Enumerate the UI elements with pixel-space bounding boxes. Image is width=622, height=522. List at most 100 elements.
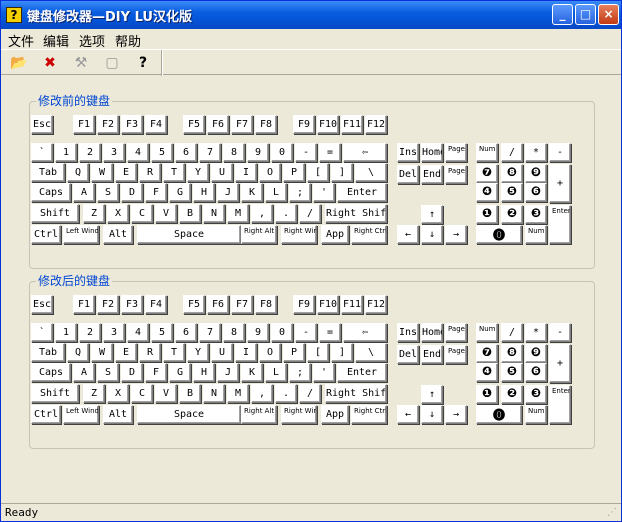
after-key-tab_row-3[interactable]: E bbox=[115, 343, 137, 362]
before-key-caps_row-0[interactable]: Caps bbox=[31, 183, 71, 202]
maximize-button[interactable]: □ bbox=[575, 4, 596, 25]
after-key-fn_row-8[interactable]: F8 bbox=[255, 295, 277, 314]
after-key-nav-1[interactable]: Home bbox=[421, 323, 443, 342]
before-key-fn_row-3[interactable]: F3 bbox=[121, 115, 143, 134]
after-key-num_row-5[interactable]: 5 bbox=[151, 323, 173, 342]
before-key-fn_row-12[interactable]: F12 bbox=[365, 115, 387, 134]
after-key-numpad-row2-1[interactable]: ❽ bbox=[501, 344, 523, 363]
after-key-arrows-0[interactable]: ↑ bbox=[421, 385, 443, 404]
after-key-tab_row-6[interactable]: Y bbox=[187, 343, 209, 362]
before-key-fn_row-9[interactable]: F9 bbox=[293, 115, 315, 134]
before-key-num_row-10[interactable]: 0 bbox=[271, 143, 293, 162]
before-key-shift_row-11[interactable]: Right Shift bbox=[325, 204, 387, 223]
after-key-nav-2[interactable]: Page Up bbox=[445, 323, 467, 342]
before-key-fn_row-6[interactable]: F6 bbox=[207, 115, 229, 134]
before-key-tab_row-8[interactable]: I bbox=[235, 163, 257, 182]
before-key-numpad-row1-0[interactable]: Num Lock bbox=[476, 143, 498, 162]
before-key-caps_row-11[interactable]: ' bbox=[313, 183, 335, 202]
before-key-caps_row-12[interactable]: Enter bbox=[337, 183, 387, 202]
after-key-caps_row-12[interactable]: Enter bbox=[337, 363, 387, 382]
after-key-ctrl_row-6[interactable]: App bbox=[321, 405, 349, 424]
minimize-button[interactable]: _ bbox=[552, 4, 573, 25]
menu-help[interactable]: 帮助 bbox=[115, 31, 141, 50]
after-key-num_row-4[interactable]: 4 bbox=[127, 323, 149, 342]
after-key-nav-0[interactable]: Ins bbox=[397, 323, 419, 342]
before-key-ctrl_row-6[interactable]: App bbox=[321, 225, 349, 244]
after-key-arrows-2[interactable]: ↓ bbox=[421, 405, 443, 424]
after-key-caps_row-9[interactable]: L bbox=[265, 363, 287, 382]
before-key-fn_row-0[interactable]: Esc bbox=[31, 115, 53, 134]
before-key-caps_row-10[interactable]: ; bbox=[289, 183, 311, 202]
before-key-shift_row-8[interactable]: , bbox=[251, 204, 273, 223]
before-key-shift_row-3[interactable]: C bbox=[131, 204, 153, 223]
before-key-shift_row-6[interactable]: N bbox=[203, 204, 225, 223]
delete-icon[interactable]: ✖ bbox=[39, 52, 61, 74]
before-key-caps_row-4[interactable]: F bbox=[145, 183, 167, 202]
after-key-fn_row-3[interactable]: F3 bbox=[121, 295, 143, 314]
help-icon[interactable]: ? bbox=[132, 52, 154, 74]
before-key-num_row-1[interactable]: 1 bbox=[55, 143, 77, 162]
before-key-tab_row-13[interactable]: \ bbox=[355, 163, 387, 182]
before-key-num_row-4[interactable]: 4 bbox=[127, 143, 149, 162]
before-key-shift_row-1[interactable]: Z bbox=[83, 204, 105, 223]
after-key-ctrl_row-7[interactable]: Right Ctrl bbox=[351, 405, 387, 424]
after-key-tab_row-11[interactable]: [ bbox=[307, 343, 329, 362]
close-button[interactable]: × bbox=[598, 4, 619, 25]
before-key-fn_row-4[interactable]: F4 bbox=[145, 115, 167, 134]
before-key-tab_row-4[interactable]: R bbox=[139, 163, 161, 182]
after-key-fn_row-1[interactable]: F1 bbox=[73, 295, 95, 314]
before-key-tab_row-7[interactable]: U bbox=[211, 163, 233, 182]
after-key-numpad-row3-0[interactable]: ❹ bbox=[476, 363, 498, 382]
before-key-tab_row-10[interactable]: P bbox=[283, 163, 305, 182]
after-key-tab_row-12[interactable]: ] bbox=[331, 343, 353, 362]
before-key-numpad-row1-2[interactable]: * bbox=[525, 143, 547, 162]
before-key-shift_row-5[interactable]: B bbox=[179, 204, 201, 223]
after-key-tab_row-1[interactable]: Q bbox=[67, 343, 89, 362]
after-key-fn_row-10[interactable]: F10 bbox=[317, 295, 339, 314]
before-key-ctrl_row-3[interactable]: Space bbox=[137, 225, 241, 244]
after-key-ctrl_row-4[interactable]: Right Alt bbox=[241, 405, 277, 424]
before-key-tab_row-6[interactable]: Y bbox=[187, 163, 209, 182]
before-key-num_row-2[interactable]: 2 bbox=[79, 143, 101, 162]
after-key-fn_row-2[interactable]: F2 bbox=[97, 295, 119, 314]
after-key-shift_row-4[interactable]: V bbox=[155, 384, 177, 403]
before-key-shift_row-4[interactable]: V bbox=[155, 204, 177, 223]
after-key-shift_row-6[interactable]: N bbox=[203, 384, 225, 403]
after-key-numpad-row4-1[interactable]: ❷ bbox=[501, 385, 523, 404]
before-key-fn_row-5[interactable]: F5 bbox=[183, 115, 205, 134]
before-key-nav-0[interactable]: Ins bbox=[397, 143, 419, 162]
after-key-caps_row-3[interactable]: D bbox=[121, 363, 143, 382]
before-key-ctrl_row-5[interactable]: Right Windows bbox=[281, 225, 317, 244]
after-key-numpad-row2-2[interactable]: ❾ bbox=[525, 344, 547, 363]
after-key-fn_row-4[interactable]: F4 bbox=[145, 295, 167, 314]
after-key-fn_row-9[interactable]: F9 bbox=[293, 295, 315, 314]
after-key-fn_row-0[interactable]: Esc bbox=[31, 295, 53, 314]
before-key-arrows-3[interactable]: → bbox=[445, 225, 467, 244]
before-key-caps_row-6[interactable]: H bbox=[193, 183, 215, 202]
after-key-arrows-3[interactable]: → bbox=[445, 405, 467, 424]
before-key-num_row-5[interactable]: 5 bbox=[151, 143, 173, 162]
tools-icon[interactable]: ⚒ bbox=[70, 52, 92, 74]
after-key-caps_row-1[interactable]: A bbox=[73, 363, 95, 382]
before-key-tab_row-11[interactable]: [ bbox=[307, 163, 329, 182]
before-key-numpad-row4-1[interactable]: ❷ bbox=[501, 205, 523, 224]
after-key-num_row-12[interactable]: = bbox=[319, 323, 341, 342]
after-key-num_row-6[interactable]: 6 bbox=[175, 323, 197, 342]
after-key-numpad-del[interactable]: Num Del bbox=[525, 405, 547, 424]
after-key-caps_row-10[interactable]: ; bbox=[289, 363, 311, 382]
before-key-caps_row-2[interactable]: S bbox=[97, 183, 119, 202]
after-key-num_row-0[interactable]: ` bbox=[31, 323, 53, 342]
after-key-caps_row-0[interactable]: Caps bbox=[31, 363, 71, 382]
after-key-tab_row-4[interactable]: R bbox=[139, 343, 161, 362]
before-key-numpad-row1-1[interactable]: / bbox=[501, 143, 523, 162]
after-key-tab_row-8[interactable]: I bbox=[235, 343, 257, 362]
after-key-num_row-1[interactable]: 1 bbox=[55, 323, 77, 342]
before-key-caps_row-3[interactable]: D bbox=[121, 183, 143, 202]
after-key-fn_row-12[interactable]: F12 bbox=[365, 295, 387, 314]
before-key-shift_row-7[interactable]: M bbox=[227, 204, 249, 223]
after-key-num_row-11[interactable]: - bbox=[295, 323, 317, 342]
before-key-numpad-enter[interactable]: Enter bbox=[549, 205, 571, 244]
before-key-numpad-plus[interactable]: + bbox=[549, 164, 571, 203]
before-key-numpad-row2-1[interactable]: ❽ bbox=[501, 164, 523, 183]
after-key-shift_row-7[interactable]: M bbox=[227, 384, 249, 403]
